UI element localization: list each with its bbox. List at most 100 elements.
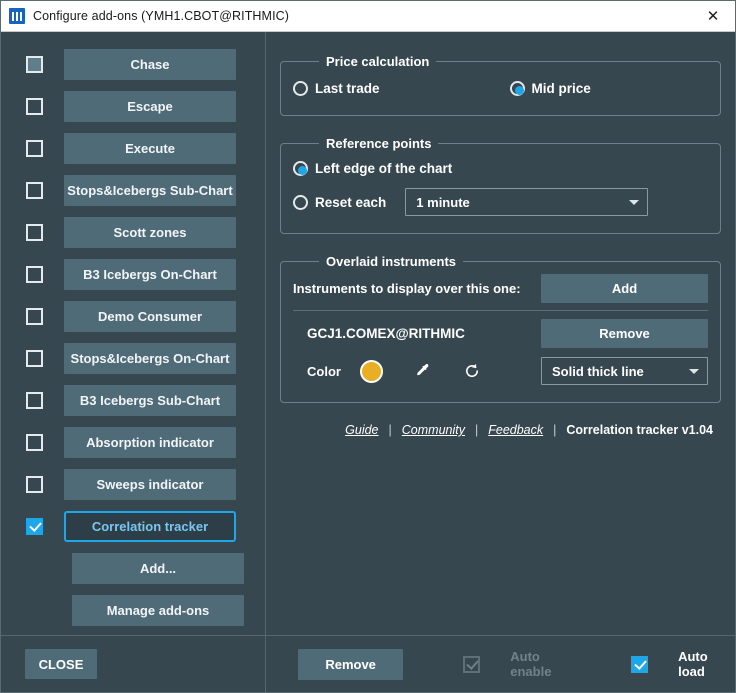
addon-button-sweeps-indicator[interactable]: Sweeps indicator [64,469,236,500]
add-addon-button[interactable]: Add... [72,553,244,584]
addon-enable-checkbox[interactable] [26,266,43,283]
radio-last-trade-indicator [293,81,308,96]
instrument-row: GCJ1.COMEX@RITHMIC Remove [293,314,708,352]
link-separator: | [389,423,392,437]
line-style-value: Solid thick line [552,364,689,379]
reset-interval-select[interactable]: 1 minute [405,188,648,216]
addon-enable-checkbox[interactable] [26,476,43,493]
close-icon[interactable]: ✕ [691,1,735,31]
remove-instrument-button[interactable]: Remove [541,319,708,348]
manage-addons-button[interactable]: Manage add-ons [72,595,244,626]
addon-enable-checkbox[interactable] [26,308,43,325]
addon-button-absorption-indicator[interactable]: Absorption indicator [64,427,236,458]
addon-enable-checkbox[interactable] [26,392,43,409]
radio-mid-price-label: Mid price [532,81,591,96]
line-style-select[interactable]: Solid thick line [541,357,708,385]
addon-row: Stops&Icebergs Sub-Chart [1,169,265,211]
eyedropper-icon[interactable] [414,362,432,380]
addon-row: Add... [1,547,265,589]
auto-load-label: Auto load [678,649,719,679]
instrument-style-row: Color [293,352,708,390]
addon-row: B3 Icebergs Sub-Chart [1,379,265,421]
addons-sidebar: Chase Escape Execute Stops&Icebergs Sub-Cha… [1,32,266,692]
addon-button-scott-zones[interactable]: Scott zones [64,217,236,248]
addon-row: Absorption indicator [1,421,265,463]
bars-icon [9,8,25,24]
addon-button-chase[interactable]: Chase [64,49,236,80]
add-instrument-button[interactable]: Add [541,274,708,303]
addon-enable-checkbox[interactable] [26,182,43,199]
community-link[interactable]: Community [402,423,465,437]
addon-row: Scott zones [1,211,265,253]
price-calculation-legend: Price calculation [319,54,436,69]
addon-button-escape[interactable]: Escape [64,91,236,122]
links-row: Guide | Community | Feedback | Correlati… [280,423,721,437]
auto-enable-option: Auto enable [463,649,563,679]
link-separator: | [475,423,478,437]
price-calculation-group: Price calculation Last trade Mid price [280,54,721,116]
radio-reset-each[interactable]: Reset each [293,195,386,210]
color-swatch[interactable] [360,360,383,383]
auto-enable-checkbox [463,656,480,673]
addon-row: Escape [1,85,265,127]
addon-enable-checkbox[interactable] [26,350,43,367]
pane-footer: Remove Auto enable Auto load [266,635,735,692]
reset-interval-value: 1 minute [416,195,629,210]
addon-button-stops-icebergs-on-chart[interactable]: Stops&Icebergs On-Chart [64,343,236,374]
color-label: Color [307,364,341,379]
addon-button-b3-icebergs-on-chart[interactable]: B3 Icebergs On-Chart [64,259,236,290]
title-bar: Configure add-ons (YMH1.CBOT@RITHMIC) ✕ [1,1,735,32]
close-button[interactable]: CLOSE [25,649,97,679]
auto-enable-label: Auto enable [510,649,563,679]
sidebar-footer: CLOSE [1,635,265,692]
remove-addon-button[interactable]: Remove [298,649,403,680]
addon-enable-checkbox[interactable] [26,224,43,241]
overlaid-instruments-legend: Overlaid instruments [319,254,463,269]
instrument-name: GCJ1.COMEX@RITHMIC [307,326,465,341]
addon-row: Correlation tracker [1,505,265,547]
radio-last-trade[interactable]: Last trade [293,81,380,96]
addon-enable-checkbox[interactable] [26,56,43,73]
addon-enable-checkbox[interactable] [26,140,43,157]
radio-reset-each-label: Reset each [315,195,386,210]
addon-enable-checkbox[interactable] [26,434,43,451]
reset-icon[interactable] [463,362,481,380]
addon-button-correlation-tracker[interactable]: Correlation tracker [64,511,236,542]
radio-reset-each-indicator [293,195,308,210]
addon-enable-checkbox[interactable] [26,518,43,535]
addon-row: Execute [1,127,265,169]
window-body: Chase Escape Execute Stops&Icebergs Sub-Cha… [1,32,735,692]
reference-points-legend: Reference points [319,136,438,151]
addon-button-execute[interactable]: Execute [64,133,236,164]
addon-row: Demo Consumer [1,295,265,337]
addon-button-stops-icebergs-sub-chart[interactable]: Stops&Icebergs Sub-Chart [64,175,236,206]
addon-button-b3-icebergs-sub-chart[interactable]: B3 Icebergs Sub-Chart [64,385,236,416]
link-separator: | [553,423,556,437]
addon-list: Chase Escape Execute Stops&Icebergs Sub-Cha… [1,32,265,635]
settings-content: Price calculation Last trade Mid price [266,32,735,635]
configure-addons-window: Configure add-ons (YMH1.CBOT@RITHMIC) ✕ … [0,0,736,693]
auto-load-checkbox[interactable] [631,656,648,673]
addon-row: Chase [1,43,265,85]
chevron-down-icon [689,369,699,374]
feedback-link[interactable]: Feedback [488,423,543,437]
addon-row: Sweeps indicator [1,463,265,505]
overlaid-prompt-row: Instruments to display over this one: Ad… [293,271,708,305]
version-label: Correlation tracker v1.04 [566,423,713,437]
chevron-down-icon [629,200,639,205]
auto-load-option[interactable]: Auto load [631,649,719,679]
radio-left-edge-indicator [293,161,308,176]
addon-row: Stops&Icebergs On-Chart [1,337,265,379]
price-calculation-options: Last trade Mid price [293,69,708,103]
settings-pane: Price calculation Last trade Mid price [266,32,735,692]
divider [293,310,708,311]
radio-left-edge[interactable]: Left edge of the chart [293,153,708,183]
radio-mid-price[interactable]: Mid price [510,81,591,96]
radio-last-trade-label: Last trade [315,81,380,96]
overlaid-instruments-group: Overlaid instruments Instruments to disp… [280,254,721,403]
addon-enable-checkbox[interactable] [26,98,43,115]
guide-link[interactable]: Guide [345,423,378,437]
reference-points-group: Reference points Left edge of the chart … [280,136,721,234]
radio-mid-price-indicator [510,81,525,96]
addon-button-demo-consumer[interactable]: Demo Consumer [64,301,236,332]
